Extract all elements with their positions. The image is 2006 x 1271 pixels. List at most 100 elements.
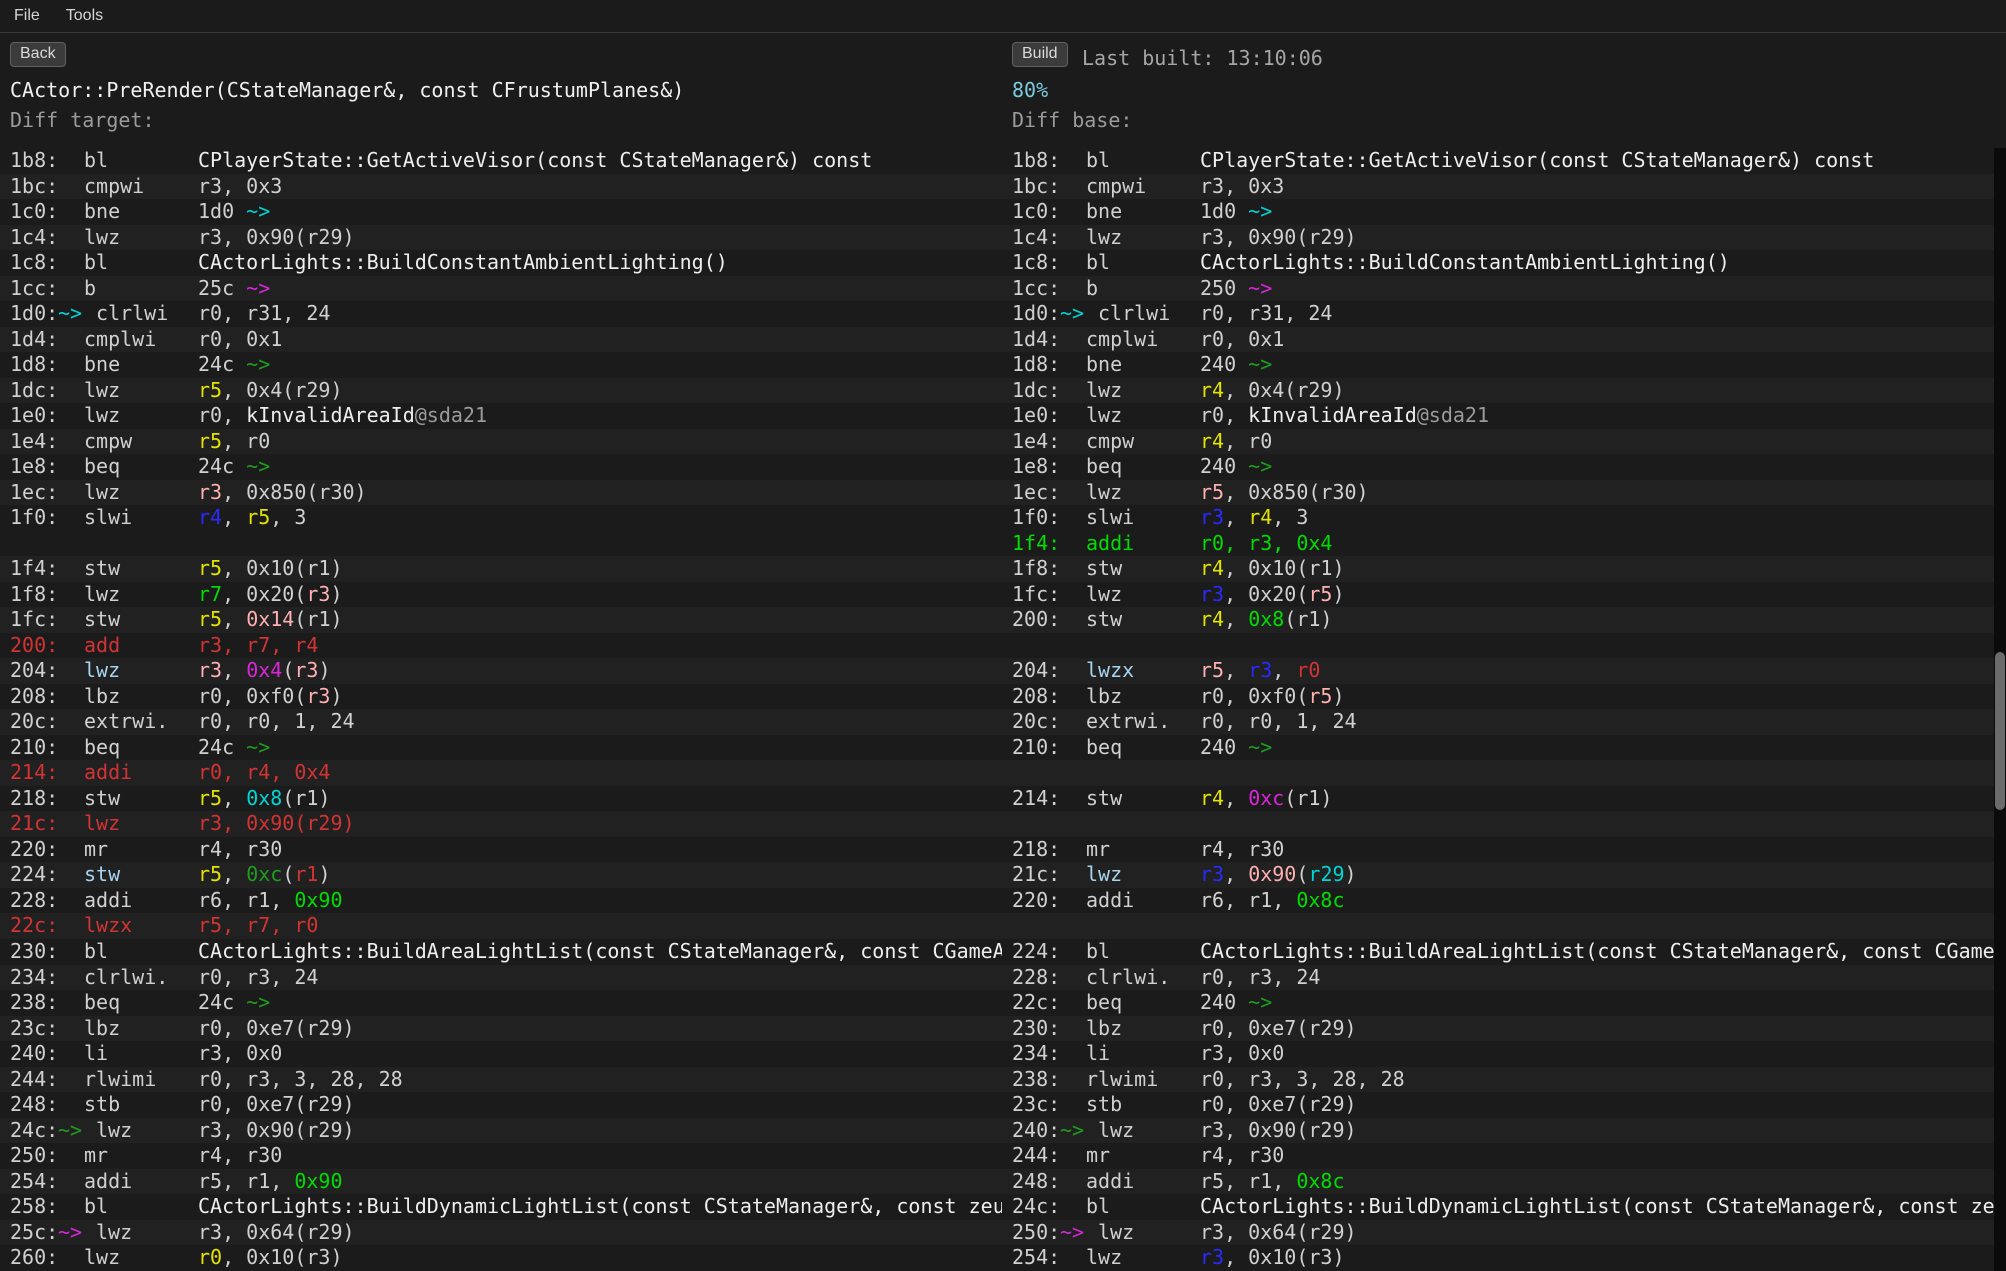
asm-cell-target: 1cc:b25c ~> bbox=[0, 276, 1002, 302]
asm-row[interactable]: 234:clrlwi.r0, r3, 24228:clrlwi.r0, r3, … bbox=[0, 965, 1994, 991]
asm-row[interactable]: 1cc:b25c ~>1cc:b250 ~> bbox=[0, 276, 1994, 302]
address: 1ec: bbox=[10, 480, 58, 506]
asm-row[interactable]: 230:blCActorLights::BuildAreaLightList(c… bbox=[0, 939, 1994, 965]
asm-cell-target: 1c0:bne1d0 ~> bbox=[0, 199, 1002, 225]
asm-row[interactable]: 244:rlwimir0, r3, 3, 28, 28238:rlwimir0,… bbox=[0, 1067, 1994, 1093]
asm-row[interactable]: 21c:lwzr3, 0x90(r29) bbox=[0, 811, 1994, 837]
operand-segment: r0, r0, 1, 24 bbox=[198, 709, 355, 733]
asm-row[interactable]: 23c:lbzr0, 0xe7(r29)230:lbzr0, 0xe7(r29) bbox=[0, 1016, 1994, 1042]
asm-row[interactable]: 1bc:cmpwir3, 0x31bc:cmpwir3, 0x3 bbox=[0, 174, 1994, 200]
asm-cell-target: 1d8:bne24c ~> bbox=[0, 352, 1002, 378]
back-button[interactable]: Back bbox=[10, 42, 66, 67]
asm-row[interactable]: 1c4:lwzr3, 0x90(r29)1c4:lwzr3, 0x90(r29) bbox=[0, 225, 1994, 251]
asm-row[interactable]: 208:lbzr0, 0xf0(r3)208:lbzr0, 0xf0(r5) bbox=[0, 684, 1994, 710]
scrollbar-track[interactable] bbox=[1994, 148, 2006, 1271]
operands: 250 ~> bbox=[1200, 276, 1272, 302]
address: 258: bbox=[10, 1194, 58, 1220]
asm-row[interactable]: 200:addr3, r7, r4 bbox=[0, 633, 1994, 659]
address: 248: bbox=[10, 1092, 58, 1118]
operand-segment: ( bbox=[1296, 862, 1308, 886]
operand-segment: , bbox=[1224, 862, 1248, 886]
operand-segment: r3 bbox=[306, 582, 330, 606]
operands: r3, 0x3 bbox=[1200, 174, 1284, 200]
operands: r6, r1, 0x90 bbox=[198, 888, 343, 914]
asm-row[interactable]: 220:mrr4, r30218:mrr4, r30 bbox=[0, 837, 1994, 863]
operands: r0, r3, 3, 28, 28 bbox=[1200, 1067, 1405, 1093]
asm-row[interactable]: 25c:~>lwzr3, 0x64(r29)250:~>lwzr3, 0x64(… bbox=[0, 1220, 1994, 1246]
asm-row[interactable]: 1dc:lwzr5, 0x4(r29)1dc:lwzr4, 0x4(r29) bbox=[0, 378, 1994, 404]
operand-segment: r3 bbox=[1200, 1245, 1224, 1269]
asm-row[interactable]: 20c:extrwi.r0, r0, 1, 2420c:extrwi.r0, r… bbox=[0, 709, 1994, 735]
operand-segment: , bbox=[222, 505, 246, 529]
asm-row[interactable]: 258:blCActorLights::BuildDynamicLightLis… bbox=[0, 1194, 1994, 1220]
mnemonic: lwz bbox=[1086, 403, 1122, 429]
asm-row[interactable]: 238:beq24c ~>22c:beq240 ~> bbox=[0, 990, 1994, 1016]
asm-cell-target: 1d4:cmplwir0, 0x1 bbox=[0, 327, 1002, 353]
mnemonic: lwz bbox=[84, 378, 120, 404]
asm-row[interactable]: 248:stbr0, 0xe7(r29)23c:stbr0, 0xe7(r29) bbox=[0, 1092, 1994, 1118]
asm-row[interactable]: 240:lir3, 0x0234:lir3, 0x0 bbox=[0, 1041, 1994, 1067]
asm-row[interactable]: 210:beq24c ~>210:beq240 ~> bbox=[0, 735, 1994, 761]
operand-segment: 0xc bbox=[1248, 786, 1284, 810]
operand-segment: 24c bbox=[198, 990, 246, 1014]
asm-row[interactable]: 224:stwr5, 0xc(r1)21c:lwzr3, 0x90(r29) bbox=[0, 862, 1994, 888]
operands: r3, 0x4(r3) bbox=[198, 658, 331, 684]
asm-row[interactable]: 1b8:blCPlayerState::GetActiveVisor(const… bbox=[0, 148, 1994, 174]
asm-row[interactable]: 1fc:stwr5, 0x14(r1)200:stwr4, 0x8(r1) bbox=[0, 607, 1994, 633]
asm-row[interactable]: 204:lwzr3, 0x4(r3)204:lwzxr5, r3, r0 bbox=[0, 658, 1994, 684]
mnemonic: stb bbox=[1086, 1092, 1122, 1118]
scrollbar-thumb[interactable] bbox=[1995, 652, 2005, 810]
asm-row[interactable]: 260:lwzr0, 0x10(r3)254:lwzr3, 0x10(r3) bbox=[0, 1245, 1994, 1271]
operands: 240 ~> bbox=[1200, 454, 1272, 480]
operands: CActorLights::BuildConstantAmbientLighti… bbox=[1200, 250, 1730, 276]
asm-cell-base: 234:lir3, 0x0 bbox=[1002, 1041, 1994, 1067]
mnemonic: lwz bbox=[96, 1220, 132, 1246]
asm-row[interactable]: 1ec:lwzr3, 0x850(r30)1ec:lwzr5, 0x850(r3… bbox=[0, 480, 1994, 506]
asm-row[interactable]: 1e0:lwzr0, kInvalidAreaId@sda211e0:lwzr0… bbox=[0, 403, 1994, 429]
asm-row[interactable]: 1d8:bne24c ~>1d8:bne240 ~> bbox=[0, 352, 1994, 378]
asm-row[interactable]: 1f4:addir0, r3, 0x4 bbox=[0, 531, 1994, 557]
mnemonic: rlwimi bbox=[84, 1067, 156, 1093]
mnemonic: lwz bbox=[1098, 1220, 1134, 1246]
asm-row[interactable]: 1e4:cmpwr5, r01e4:cmpwr4, r0 bbox=[0, 429, 1994, 455]
asm-row[interactable]: 24c:~>lwzr3, 0x90(r29)240:~>lwzr3, 0x90(… bbox=[0, 1118, 1994, 1144]
asm-row[interactable]: 1f4:stwr5, 0x10(r1)1f8:stwr4, 0x10(r1) bbox=[0, 556, 1994, 582]
operand-segment: ) bbox=[318, 862, 330, 886]
mnemonic: rlwimi bbox=[1086, 1067, 1158, 1093]
operand-segment: r4, r30 bbox=[1200, 837, 1284, 861]
mnemonic: clrlwi. bbox=[84, 965, 168, 991]
mnemonic: lwz bbox=[84, 1245, 120, 1271]
mnemonic: lbz bbox=[1086, 684, 1122, 710]
asm-row[interactable]: 1d4:cmplwir0, 0x11d4:cmplwir0, 0x1 bbox=[0, 327, 1994, 353]
asm-row[interactable]: 1f0:slwir4, r5, 31f0:slwir3, r4, 3 bbox=[0, 505, 1994, 531]
operand-segment: , bbox=[1224, 607, 1248, 631]
asm-row[interactable]: 218:stwr5, 0x8(r1)214:stwr4, 0xc(r1) bbox=[0, 786, 1994, 812]
asm-cell-base: 1b8:blCPlayerState::GetActiveVisor(const… bbox=[1002, 148, 1994, 174]
mnemonic: stw bbox=[1086, 607, 1122, 633]
operands: CPlayerState::GetActiveVisor(const CStat… bbox=[1200, 148, 1874, 174]
asm-row[interactable]: 214:addir0, r4, 0x4 bbox=[0, 760, 1994, 786]
operand-segment: r4 bbox=[1200, 607, 1224, 631]
address: 1bc: bbox=[10, 174, 58, 200]
asm-row[interactable]: 1d0:~>clrlwir0, r31, 241d0:~>clrlwir0, r… bbox=[0, 301, 1994, 327]
operand-segment: , r0 bbox=[222, 429, 270, 453]
asm-row[interactable]: 250:mrr4, r30244:mrr4, r30 bbox=[0, 1143, 1994, 1169]
mnemonic: beq bbox=[84, 454, 120, 480]
menu-file[interactable]: File bbox=[14, 7, 40, 25]
build-button[interactable]: Build bbox=[1012, 42, 1068, 67]
operand-segment: r0, 0xf0( bbox=[198, 684, 306, 708]
asm-row[interactable]: 228:addir6, r1, 0x90220:addir6, r1, 0x8c bbox=[0, 888, 1994, 914]
asm-row[interactable]: 254:addir5, r1, 0x90248:addir5, r1, 0x8c bbox=[0, 1169, 1994, 1195]
asm-row[interactable]: 1c0:bne1d0 ~>1c0:bne1d0 ~> bbox=[0, 199, 1994, 225]
asm-row[interactable]: 22c:lwzxr5, r7, r0 bbox=[0, 913, 1994, 939]
operands: r4, r30 bbox=[198, 1143, 282, 1169]
operand-segment: r7 bbox=[198, 582, 222, 606]
asm-row[interactable]: 1f8:lwzr7, 0x20(r3)1fc:lwzr3, 0x20(r5) bbox=[0, 582, 1994, 608]
asm-row[interactable]: 1c8:blCActorLights::BuildConstantAmbient… bbox=[0, 250, 1994, 276]
asm-cell-target: 1f0:slwir4, r5, 3 bbox=[0, 505, 1002, 531]
operands: r4, r30 bbox=[1200, 837, 1284, 863]
operands: r3, 0x90(r29) bbox=[1200, 862, 1357, 888]
asm-cell-base: 20c:extrwi.r0, r0, 1, 24 bbox=[1002, 709, 1994, 735]
menu-tools[interactable]: Tools bbox=[66, 7, 103, 25]
asm-row[interactable]: 1e8:beq24c ~>1e8:beq240 ~> bbox=[0, 454, 1994, 480]
